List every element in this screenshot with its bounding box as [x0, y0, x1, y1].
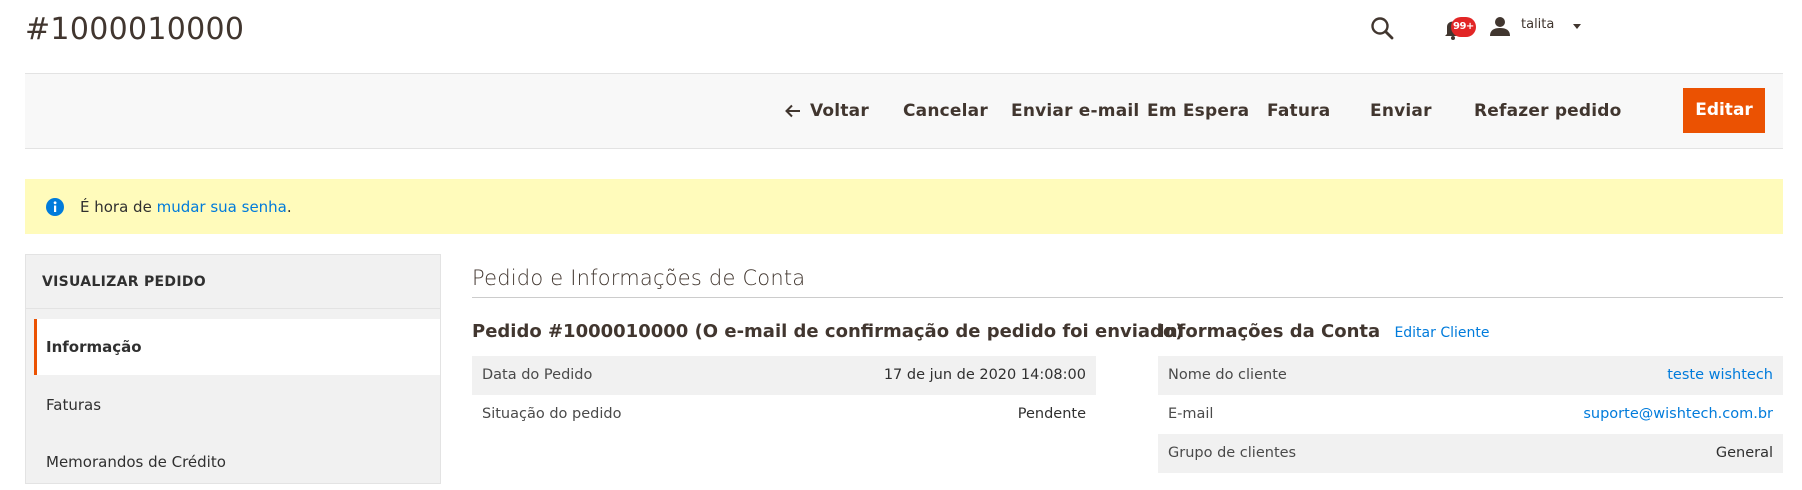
account-info-table: Nome do cliente teste wishtech E-mail su… — [1158, 356, 1783, 473]
sidebar-item-information[interactable]: Informação — [34, 319, 440, 375]
customer-name-label: Nome do cliente — [1168, 367, 1287, 383]
table-row: Situação do pedido Pendente — [472, 395, 1096, 434]
back-button-label: Voltar — [810, 101, 869, 121]
order-status-value: Pendente — [1017, 406, 1086, 422]
order-info-table: Data do Pedido 17 de jun de 2020 14:08:0… — [472, 356, 1096, 434]
customer-name-link[interactable]: teste wishtech — [1667, 356, 1773, 395]
edit-button[interactable]: Editar — [1683, 88, 1765, 133]
order-date-label: Data do Pedido — [482, 367, 593, 383]
search-icon[interactable] — [1368, 14, 1398, 44]
change-password-link[interactable]: mudar sua senha — [157, 198, 287, 216]
send-email-button[interactable]: Enviar e-mail — [1011, 74, 1139, 148]
table-row: Nome do cliente teste wishtech — [1158, 356, 1783, 395]
notice-message: É hora de mudar sua senha. — [80, 198, 292, 216]
email-link[interactable]: suporte@wishtech.com.br — [1583, 395, 1773, 434]
section-divider — [472, 297, 1783, 298]
order-status-label: Situação do pedido — [482, 406, 622, 422]
caret-down-icon — [1573, 24, 1581, 29]
arrow-left-icon — [785, 104, 800, 118]
customer-group-label: Grupo de clientes — [1168, 445, 1297, 461]
user-name: talita — [1521, 17, 1555, 32]
table-row: Data do Pedido 17 de jun de 2020 14:08:0… — [472, 356, 1096, 395]
page-actions-bar: Voltar Cancelar Enviar e-mail Em Espera … — [25, 73, 1783, 149]
notifications-badge: 99+ — [1451, 17, 1476, 37]
page-title: #1000010000 — [25, 12, 245, 47]
table-row: Grupo de clientes General — [1158, 434, 1783, 473]
section-title: Pedido e Informações de Conta — [472, 266, 806, 290]
back-button[interactable]: Voltar — [783, 74, 869, 148]
hold-button[interactable]: Em Espera — [1147, 74, 1249, 148]
invoice-button[interactable]: Fatura — [1267, 74, 1330, 148]
account-info-title: Informações da Conta Editar Cliente — [1158, 316, 1783, 348]
order-info-panel: Pedido #1000010000 (O e-mail de confirma… — [472, 316, 1184, 422]
sidebar-header: VISUALIZAR PEDIDO — [26, 255, 440, 309]
edit-customer-link[interactable]: Editar Cliente — [1394, 325, 1489, 341]
ship-button[interactable]: Enviar — [1370, 74, 1432, 148]
reorder-button[interactable]: Refazer pedido — [1474, 74, 1622, 148]
cancel-button[interactable]: Cancelar — [903, 74, 988, 148]
order-date-value: 17 de jun de 2020 14:08:00 — [883, 367, 1086, 383]
order-view-sidebar: VISUALIZAR PEDIDO Informação Faturas Mem… — [25, 254, 441, 484]
notice-text-after: . — [286, 198, 292, 216]
account-info-panel: Informações da Conta Editar Cliente Nome… — [1158, 316, 1783, 473]
notifications-button[interactable]: 99+ — [1438, 14, 1476, 44]
user-icon — [1490, 17, 1510, 36]
customer-group-value: General — [1715, 445, 1773, 461]
email-label: E-mail — [1168, 406, 1214, 422]
account-info-title-text: Informações da Conta — [1158, 321, 1381, 342]
info-icon — [46, 198, 64, 216]
notice-text-before: É hora de — [80, 198, 157, 216]
table-row: E-mail suporte@wishtech.com.br — [1158, 395, 1783, 434]
password-notice: É hora de mudar sua senha. — [25, 179, 1783, 234]
order-info-title: Pedido #1000010000 (O e-mail de confirma… — [472, 321, 1184, 342]
sidebar-item-invoices[interactable]: Faturas — [34, 377, 440, 433]
